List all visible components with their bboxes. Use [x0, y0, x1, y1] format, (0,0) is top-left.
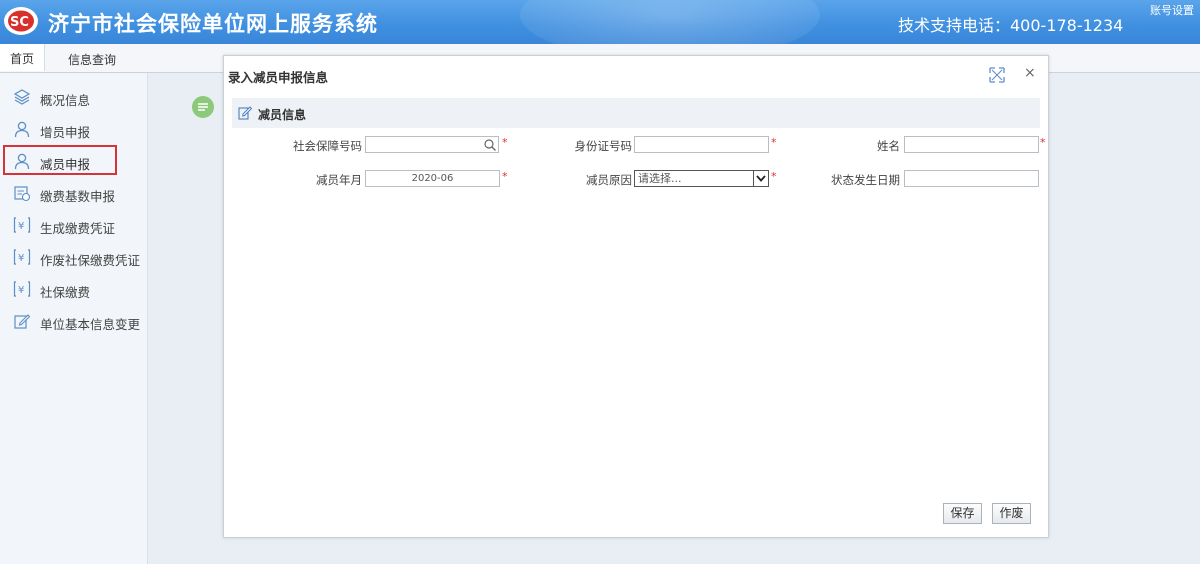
id-label: 身份证号码 [574, 139, 633, 153]
sidebar-item-unit-info-change[interactable]: 单位基本信息变更 [0, 306, 147, 336]
section-header: 减员信息 [232, 98, 1040, 128]
save-button[interactable]: 保存 [943, 503, 982, 524]
sidebar-item-overview[interactable]: 概况信息 [0, 82, 147, 112]
dialog-title: 录入减员申报信息 [228, 70, 329, 85]
svg-text:¥: ¥ [18, 221, 24, 232]
id-input[interactable] [634, 136, 769, 153]
status-date-label: 状态发生日期 [831, 173, 900, 187]
month-input[interactable]: 2020-06 [365, 170, 500, 187]
selected-item-highlight [3, 145, 117, 175]
sidebar-item-label: 缴费基数申报 [40, 189, 116, 204]
sidebar-item-label: 生成缴费凭证 [40, 221, 116, 236]
month-label: 减员年月 [316, 173, 362, 187]
search-icon [484, 139, 496, 151]
name-input[interactable] [904, 136, 1039, 153]
name-label: 姓名 [877, 139, 900, 153]
edit-icon [238, 106, 253, 120]
sidebar-item-add-member[interactable]: 增员申报 [0, 114, 147, 144]
void-button[interactable]: 作废 [992, 503, 1031, 524]
tab-info-query[interactable]: 信息查询 [68, 51, 116, 68]
tab-home[interactable]: 首页 [0, 44, 45, 71]
required-mark: * [1040, 136, 1046, 149]
section-title: 减员信息 [258, 108, 307, 122]
svg-text:¥: ¥ [18, 285, 24, 296]
sidebar-item-label: 单位基本信息变更 [40, 317, 141, 332]
svg-text:SC: SC [10, 15, 29, 30]
reduce-member-dialog: 录入减员申报信息 × 减员信息 社会保障号码 * 身份证号码 * 姓名 * 减员… [223, 55, 1049, 538]
required-mark: * [771, 136, 777, 149]
reason-dropdown-button[interactable] [753, 170, 769, 187]
reason-label: 减员原因 [586, 173, 632, 187]
required-mark: * [502, 170, 508, 183]
account-settings-link[interactable]: 账号设置 [1150, 2, 1194, 18]
sidebar-item-label: 作废社保缴费凭证 [40, 253, 141, 268]
reason-select[interactable]: 请选择... [634, 170, 769, 187]
maximize-icon[interactable] [988, 66, 1006, 84]
ssn-label: 社会保障号码 [293, 139, 362, 153]
app-header: SC 济宁市社会保险单位网上服务系统 技术支持电话：400-178-1234 账… [0, 0, 1200, 44]
ssn-search-button[interactable] [482, 136, 499, 153]
svg-text:¥: ¥ [18, 253, 24, 264]
user-icon [14, 121, 30, 138]
report-icon [14, 186, 31, 202]
support-hotline: 技术支持电话：400-178-1234 [898, 16, 1124, 35]
sidebar-item-label: 概况信息 [40, 93, 91, 108]
sidebar-item-label: 社保缴费 [40, 285, 91, 300]
status-date-input[interactable] [904, 170, 1039, 187]
logo-icon: SC [4, 7, 38, 35]
sidebar: 概况信息 增员申报 减员申报 缴费基数申报 ¥ 生成缴费凭证 ¥ 作废社保缴费凭… [0, 73, 148, 564]
chevron-down-icon [756, 175, 766, 182]
yuan-icon: ¥ [13, 281, 31, 297]
header-glow [520, 0, 820, 44]
yuan-icon: ¥ [13, 217, 31, 233]
close-icon[interactable]: × [1024, 65, 1036, 81]
required-mark: * [771, 170, 777, 183]
ssn-input[interactable] [365, 136, 483, 153]
layers-icon [13, 89, 31, 105]
sidebar-item-generate-voucher[interactable]: ¥ 生成缴费凭证 [0, 210, 147, 240]
yuan-icon: ¥ [13, 249, 31, 265]
sidebar-item-label: 增员申报 [40, 125, 91, 140]
required-mark: * [502, 136, 508, 149]
list-icon [192, 96, 214, 118]
sidebar-item-void-voucher[interactable]: ¥ 作废社保缴费凭证 [0, 242, 147, 272]
edit-icon [14, 314, 31, 329]
app-title: 济宁市社会保险单位网上服务系统 [48, 12, 378, 36]
sidebar-item-pay[interactable]: ¥ 社保缴费 [0, 274, 147, 304]
sidebar-item-base-report[interactable]: 缴费基数申报 [0, 178, 147, 208]
